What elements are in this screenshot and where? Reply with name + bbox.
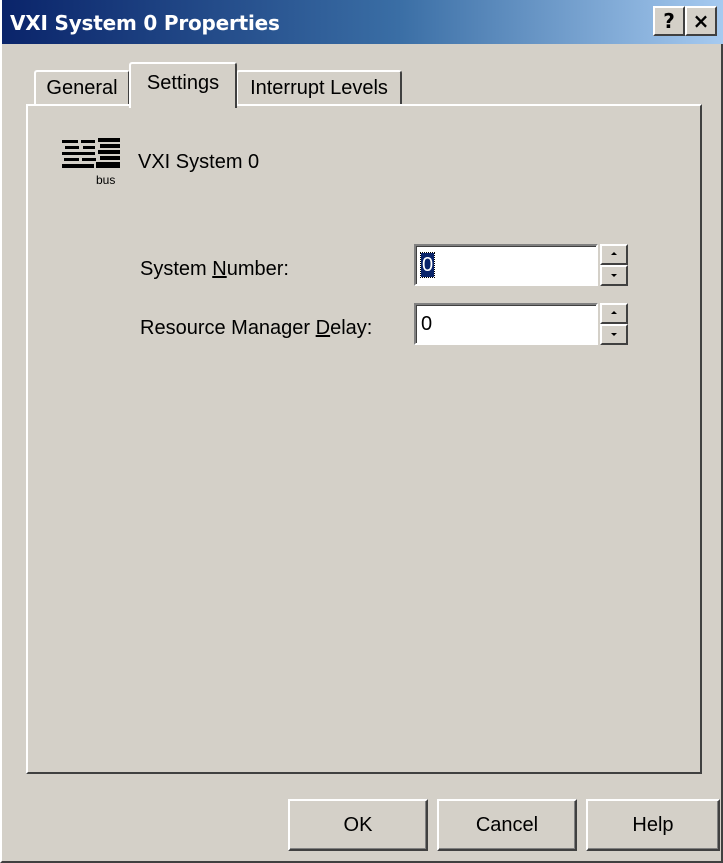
help-title-button[interactable]: ? bbox=[653, 6, 685, 36]
resource-manager-delay-value: 0 bbox=[421, 313, 433, 335]
ok-button[interactable]: OK bbox=[288, 799, 428, 851]
help-button[interactable]: Help bbox=[586, 799, 720, 851]
resource-manager-delay-decrement-button[interactable] bbox=[600, 324, 628, 345]
system-number-input[interactable]: 0 bbox=[414, 244, 598, 286]
tab-settings[interactable]: Settings bbox=[129, 62, 237, 108]
arrow-down-icon bbox=[611, 333, 617, 336]
system-number-label: System Number: bbox=[140, 258, 289, 280]
resource-manager-delay-increment-button[interactable] bbox=[600, 303, 628, 324]
vxi-bus-logo-icon: bus bbox=[62, 138, 120, 187]
resource-manager-delay-input[interactable]: 0 bbox=[414, 303, 598, 345]
system-number-decrement-button[interactable] bbox=[600, 265, 628, 286]
svg-text:bus: bus bbox=[96, 173, 115, 187]
system-number-value: 0 bbox=[419, 252, 436, 278]
close-button[interactable]: × bbox=[685, 6, 717, 36]
device-name: VXI System 0 bbox=[138, 151, 260, 173]
title-bar[interactable]: VXI System 0 Properties ? × bbox=[2, 0, 723, 44]
tab-general[interactable]: General bbox=[34, 70, 130, 106]
resource-manager-delay-spinner[interactable] bbox=[600, 303, 628, 345]
system-number-spinner[interactable] bbox=[600, 244, 628, 286]
resource-manager-delay-label: Resource Manager Delay: bbox=[140, 317, 373, 339]
properties-dialog: VXI System 0 Properties ? × General Sett… bbox=[0, 0, 723, 863]
tab-interrupt-levels[interactable]: Interrupt Levels bbox=[236, 70, 402, 106]
arrow-up-icon bbox=[611, 311, 617, 314]
arrow-down-icon bbox=[611, 274, 617, 277]
arrow-up-icon bbox=[611, 252, 617, 255]
window-title: VXI System 0 Properties bbox=[10, 11, 280, 35]
cancel-button[interactable]: Cancel bbox=[437, 799, 577, 851]
settings-tab-page: bus VXI System 0 System Number: 0 Resour… bbox=[26, 104, 702, 774]
system-number-increment-button[interactable] bbox=[600, 244, 628, 265]
